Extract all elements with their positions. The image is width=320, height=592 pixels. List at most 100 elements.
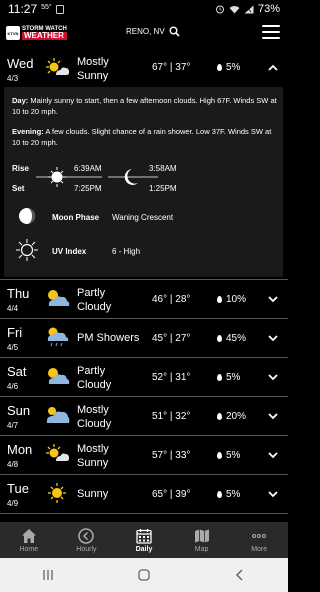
daily-forecast-list: Wed 4/3 Mostly Sunny 67° | 37° 5% xyxy=(0,50,288,86)
home-button-icon[interactable] xyxy=(137,568,151,582)
showers-icon xyxy=(47,327,69,347)
mostly-sunny-icon xyxy=(46,444,70,461)
nav-hourly[interactable]: Hourly xyxy=(58,522,116,558)
sunrise-time: 6:39AM xyxy=(74,164,102,173)
condition-line1: PM Showers xyxy=(77,332,140,344)
hi-lo-temps: 67° | 37° xyxy=(152,62,191,73)
partly-cloudy-icon xyxy=(48,290,70,306)
condition-line2: Sunny xyxy=(77,456,109,469)
condition-line2: Sunny xyxy=(77,69,109,82)
nav-home[interactable]: Home xyxy=(0,522,58,558)
location-selector[interactable]: RENO, NV xyxy=(126,26,180,37)
day-date: 4/3 xyxy=(7,73,19,83)
day-row[interactable]: Thu 4/4 Partly Cloudy 46° | 28° 10% xyxy=(0,280,288,319)
nav-map[interactable]: Map xyxy=(173,522,231,558)
day-row[interactable]: Fri 4/5 PM Showers 45° | 27° 45% xyxy=(0,319,288,358)
chevron-down-icon[interactable] xyxy=(268,450,278,460)
chevron-up-icon[interactable] xyxy=(268,63,278,73)
moon-phase-icon xyxy=(19,208,35,224)
calendar-icon xyxy=(136,528,152,544)
location-label: RENO, NV xyxy=(126,27,165,36)
search-icon[interactable] xyxy=(169,26,180,37)
set-label: Set xyxy=(12,184,25,193)
sunset-time: 7:25PM xyxy=(74,184,102,193)
uv-label: UV Index xyxy=(52,247,87,256)
chevron-down-icon[interactable] xyxy=(268,411,278,421)
nav-more[interactable]: More xyxy=(230,522,288,558)
chevron-down-icon[interactable] xyxy=(268,489,278,499)
chevron-down-icon[interactable] xyxy=(268,294,278,304)
back-icon[interactable] xyxy=(233,568,247,582)
nav-more-label: More xyxy=(251,545,268,553)
precip-chance: 5% xyxy=(226,62,241,73)
day-forecast-text: Mainly sunny to start, then a few aftern… xyxy=(12,96,277,116)
hi-lo-temps: 46° | 28° xyxy=(152,294,191,305)
nav-map-label: Map xyxy=(194,545,209,553)
day-name: Mon xyxy=(7,442,33,457)
nav-daily-label: Daily xyxy=(135,545,153,553)
day-date: 4/8 xyxy=(7,459,19,469)
precip-chance: 20% xyxy=(226,411,247,422)
precip-chance: 5% xyxy=(226,489,241,500)
status-time: 11:27 xyxy=(8,2,38,16)
day-date: 4/9 xyxy=(7,498,19,508)
day-name: Thu xyxy=(7,286,30,301)
hi-lo-temps: 57° | 33° xyxy=(152,450,191,461)
system-nav-bar xyxy=(0,558,288,592)
precip-chance: 45% xyxy=(226,333,247,344)
rain-drop-icon xyxy=(217,64,222,71)
day-name: Sun xyxy=(7,403,31,418)
condition-line2: Cloudy xyxy=(77,417,112,430)
hi-lo-temps: 45° | 27° xyxy=(152,333,191,344)
precip-chance: 5% xyxy=(226,372,241,383)
day-date: 4/4 xyxy=(7,303,19,313)
rain-drop-icon xyxy=(217,413,222,420)
day-date: 4/6 xyxy=(7,381,19,391)
hi-lo-temps: 65° | 39° xyxy=(152,489,191,500)
signal-icon xyxy=(244,5,254,13)
moon-phase-label: Moon Phase xyxy=(52,213,100,222)
day-name: Sat xyxy=(7,364,27,379)
condition-line2: Cloudy xyxy=(77,378,112,391)
precip-chance: 10% xyxy=(226,294,247,305)
more-icon xyxy=(252,533,267,538)
nav-daily[interactable]: Daily xyxy=(115,522,173,558)
uv-value: 6 - High xyxy=(112,247,141,256)
condition-line1: Partly xyxy=(77,365,106,377)
day-row[interactable]: Tue 4/9 Sunny 65° | 39° 5% xyxy=(0,475,288,514)
hi-lo-temps: 52° | 31° xyxy=(152,372,191,383)
app-header: KTVN STORM WATCH WEATHER RENO, NV xyxy=(0,18,288,48)
mostly-cloudy-icon xyxy=(46,407,70,423)
day-row[interactable]: Sun 4/7 Mostly Cloudy 51° | 32° 20% xyxy=(0,397,288,436)
uv-sun-icon xyxy=(16,239,38,261)
day-name: Wed xyxy=(7,56,34,71)
condition-line1: Mostly xyxy=(77,56,109,68)
logo-line2: WEATHER xyxy=(22,32,67,40)
rain-drop-icon xyxy=(217,374,222,381)
recent-apps-icon[interactable] xyxy=(41,568,55,582)
partly-cloudy-icon xyxy=(48,368,70,384)
wifi-icon xyxy=(229,5,240,13)
menu-button[interactable] xyxy=(262,25,280,39)
day-row-expanded[interactable]: Wed 4/3 Mostly Sunny 67° | 37° 5% xyxy=(0,50,288,86)
mostly-sunny-icon xyxy=(46,58,70,75)
rain-drop-icon xyxy=(217,452,222,459)
evening-label: Evening: xyxy=(12,127,44,136)
home-icon xyxy=(21,528,36,543)
rain-drop-icon xyxy=(217,335,222,342)
alarm-icon xyxy=(215,5,224,14)
status-temp: 55° xyxy=(41,3,52,11)
hi-lo-temps: 51° | 32° xyxy=(152,411,191,422)
day-name: Tue xyxy=(7,481,29,496)
chevron-down-icon[interactable] xyxy=(268,333,278,343)
moonset-time: 1:25PM xyxy=(149,184,177,193)
day-row[interactable]: Mon 4/8 Mostly Sunny 57° | 33° 5% xyxy=(0,436,288,475)
logo-badge: KTVN xyxy=(6,26,20,40)
day-row[interactable]: Sat 4/6 Partly Cloudy 52° | 31° 5% xyxy=(0,358,288,397)
chevron-down-icon[interactable] xyxy=(268,372,278,382)
collapsed-days: Thu 4/4 Partly Cloudy 46° | 28° 10% Fri 4/5… xyxy=(0,279,288,514)
condition-line1: Mostly xyxy=(77,404,109,416)
moonrise-time: 3:58AM xyxy=(149,164,177,173)
precip-chance: 5% xyxy=(226,450,241,461)
nav-home-label: Home xyxy=(19,545,39,553)
